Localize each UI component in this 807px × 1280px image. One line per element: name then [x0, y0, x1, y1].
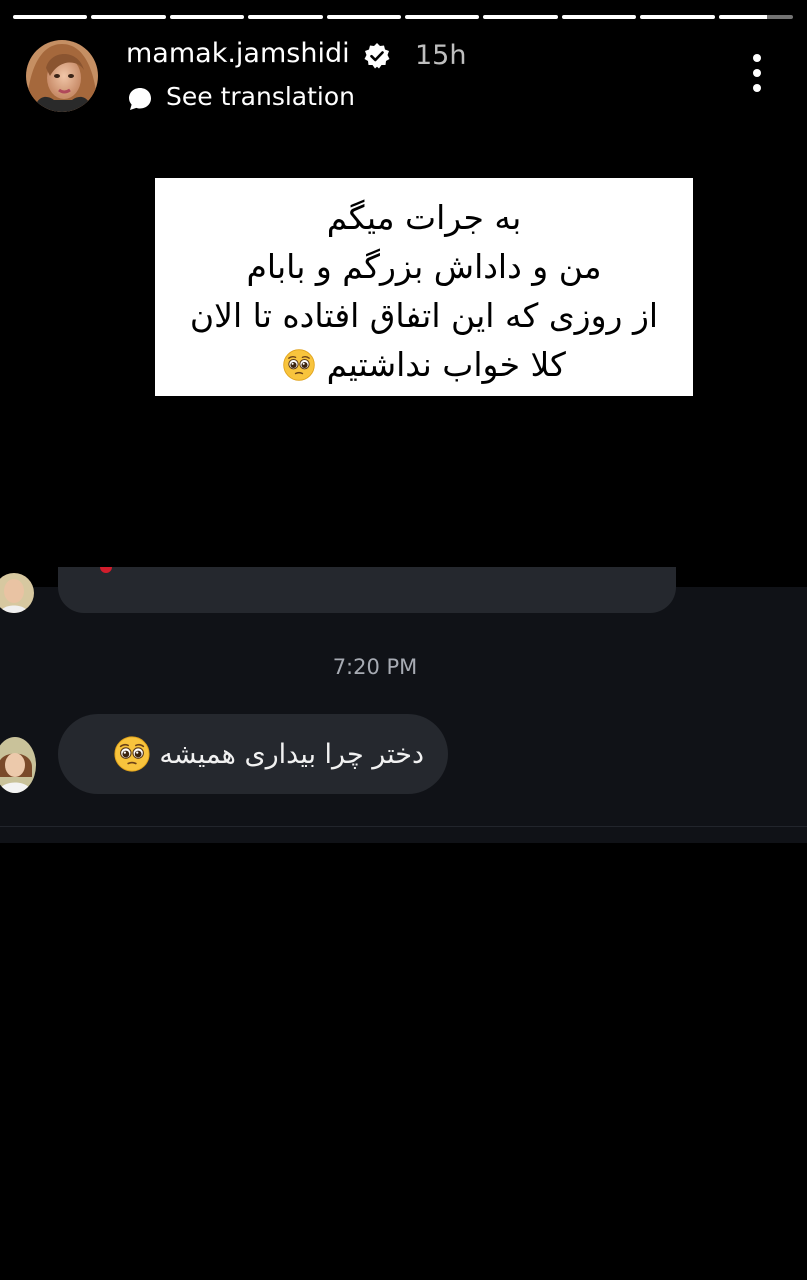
more-options-button[interactable] [751, 54, 763, 92]
progress-segment [13, 15, 88, 19]
progress-segment [561, 15, 637, 19]
verified-badge-icon [364, 43, 390, 69]
chat-screenshot: 7:20 PM دختر چرا بیداری همیشه [0, 567, 807, 843]
more-vertical-icon [753, 54, 761, 62]
pleading-face-emoji-icon [283, 349, 315, 381]
progress-segment [248, 15, 323, 19]
chat-avatar [0, 573, 34, 613]
chat-divider [0, 826, 807, 827]
progress-segment-fill [91, 15, 166, 19]
speech-bubble-icon [129, 88, 151, 110]
progress-segment [91, 15, 166, 19]
story-time-ago: 15h [415, 40, 467, 71]
card-line-3: از روزی که این اتفاق افتاده تا الان [189, 296, 659, 335]
card-line-2: من و داداش بزرگم و بابام [246, 247, 602, 286]
progress-segment-fill [561, 15, 637, 19]
story-username[interactable]: mamak.jamshidi [126, 38, 350, 69]
card-line-4: کلا خواب نداشتیم [326, 345, 566, 384]
progress-segment-fill [326, 15, 402, 19]
chat-message-bubble: دختر چرا بیداری همیشه [58, 714, 448, 794]
progress-segment-fill [640, 15, 715, 19]
chat-message-text: دختر چرا بیداری همیشه [159, 738, 424, 770]
profile-avatar[interactable] [26, 40, 98, 112]
progress-segment [718, 15, 794, 19]
see-translation-link[interactable]: See translation [166, 82, 355, 111]
story-text-card: به جرات میگم من و داداش بزرگم و بابام از… [155, 178, 693, 396]
chat-avatar [0, 737, 36, 793]
progress-segment [483, 15, 558, 19]
progress-segment-fill [405, 15, 480, 19]
progress-segment [640, 15, 715, 19]
progress-segment-fill [718, 15, 768, 19]
progress-segment-fill [13, 15, 88, 19]
card-line-4-wrap: کلا خواب نداشتیم [155, 340, 693, 389]
progress-segment-fill [483, 15, 558, 19]
progress-segment [326, 15, 402, 19]
card-line-1: به جرات میگم [326, 198, 522, 237]
pleading-face-emoji-icon [114, 736, 150, 772]
chat-timestamp: 7:20 PM [332, 655, 418, 679]
heart-emoji-icon [100, 567, 112, 573]
progress-segment-fill [169, 15, 245, 19]
progress-segment-fill [248, 15, 323, 19]
previous-message-bubble [58, 567, 676, 613]
story-progress-bar [13, 15, 794, 19]
progress-segment [405, 15, 480, 19]
progress-segment [169, 15, 245, 19]
